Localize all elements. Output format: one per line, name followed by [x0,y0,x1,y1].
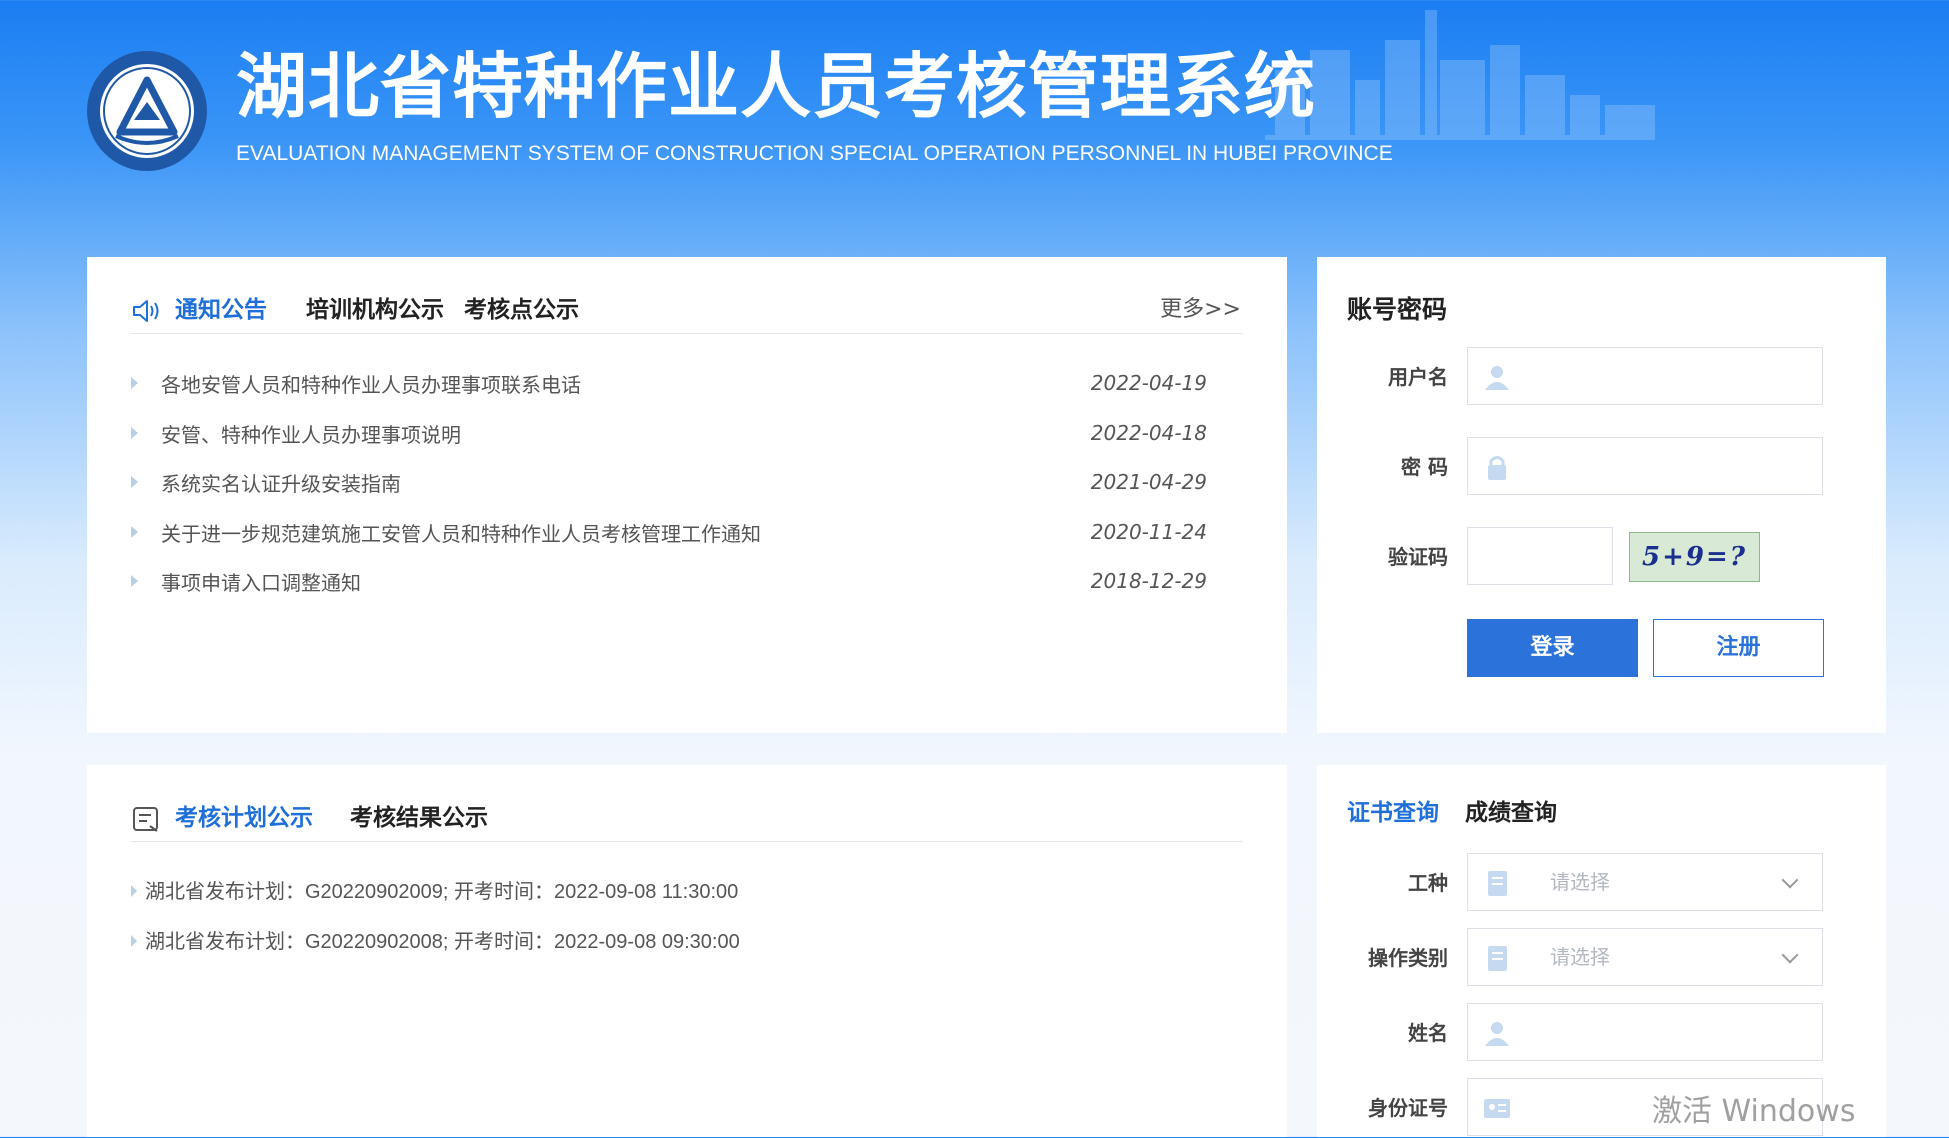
tab-exam-results[interactable]: 考核结果公示 [350,795,488,841]
user-icon [1485,1022,1509,1046]
plan-tabbar: 考核计划公示 考核结果公示 [131,795,1243,842]
book-icon [1488,946,1507,971]
more-link[interactable]: 更多>> [1160,287,1241,333]
logo-emblem [87,51,207,171]
list-item[interactable]: 事项申请入口调整通知 2018-12-29 [131,563,1237,613]
tab-exam-sites[interactable]: 考核点公示 [464,287,579,333]
tab-training-institutions[interactable]: 培训机构公示 [306,287,444,333]
news-title[interactable]: 事项申请入口调整通知 [161,563,361,603]
notice-tabbar: 通知公告 培训机构公示 考核点公示 更多>> [131,287,1243,334]
login-title: 账号密码 [1347,295,1448,324]
speaker-icon [133,300,159,322]
password-field[interactable] [1467,437,1823,496]
plan-text[interactable]: 湖北省发布计划：G20220902008; 开考时间：2022-09-08 09… [145,923,740,961]
login-button[interactable]: 登录 [1467,619,1638,677]
city-skyline-decoration [1265,10,1655,140]
username-label: 用户名 [1388,365,1448,389]
tab-score-query[interactable]: 成绩查询 [1465,790,1557,836]
news-date: 2021-04-29 [1090,470,1207,494]
name-label: 姓名 [1408,1021,1448,1045]
triangle-bullet-icon [131,935,137,947]
news-date: 2020-11-24 [1090,519,1207,544]
username-input[interactable] [1526,348,1810,406]
chevron-down-icon [1781,871,1799,889]
register-button[interactable]: 注册 [1653,619,1824,677]
news-date: 2018-12-29 [1090,569,1207,593]
triangle-bullet-icon [131,885,137,897]
operation-placeholder: 请选择 [1550,945,1610,969]
news-title[interactable]: 各地安管人员和特种作业人员办理事项联系电话 [161,365,581,405]
list-item[interactable]: 湖北省发布计划：G20220902008; 开考时间：2022-09-08 09… [131,923,1237,973]
news-date: 2022-04-19 [1090,371,1207,395]
tab-exam-plan[interactable]: 考核计划公示 [175,795,313,841]
lock-icon [1488,456,1506,480]
triangle-bullet-icon [131,575,138,587]
plan-list: 湖北省发布计划：G20220902009; 开考时间：2022-09-08 11… [131,873,1237,973]
captcha-input[interactable] [1467,527,1613,585]
news-date: 2022-04-18 [1090,420,1207,445]
triangle-bullet-icon [131,426,138,439]
tab-certificate-query[interactable]: 证书查询 [1347,790,1439,836]
captcha-image[interactable]: 5+9=? [1629,532,1760,582]
chevron-down-icon [1781,946,1799,964]
list-item[interactable]: 各地安管人员和特种作业人员办理事项联系电话 2022-04-19 [131,365,1237,415]
username-field[interactable] [1467,347,1823,406]
work-type-placeholder: 请选择 [1550,870,1610,894]
news-title[interactable]: 系统实名认证升级安装指南 [161,464,401,504]
document-icon [133,807,158,832]
work-type-label: 工种 [1408,871,1448,895]
list-item[interactable]: 湖北省发布计划：G20220902009; 开考时间：2022-09-08 11… [131,873,1237,923]
notice-panel: 通知公告 培训机构公示 考核点公示 更多>> 各地安管人员和特种作业人员办理事项… [87,257,1287,733]
system-subtitle: EVALUATION MANAGEMENT SYSTEM OF CONSTRUC… [236,142,1393,165]
id-card-icon [1484,1099,1510,1118]
news-list: 各地安管人员和特种作业人员办理事项联系电话 2022-04-19 安管、特种作业… [131,365,1237,613]
login-panel: 账号密码 用户名 密 码 验证码 5+9=? 登录 注册 [1317,257,1886,733]
list-item[interactable]: 安管、特种作业人员办理事项说明 2022-04-18 [131,415,1237,465]
name-field[interactable] [1467,1003,1823,1062]
name-input[interactable] [1526,1004,1810,1062]
plan-text[interactable]: 湖北省发布计划：G20220902009; 开考时间：2022-09-08 11… [145,873,738,911]
triangle-bullet-icon [131,476,138,488]
password-label: 密 码 [1401,455,1448,479]
id-label: 身份证号 [1368,1096,1448,1120]
tab-notice[interactable]: 通知公告 [175,287,267,333]
news-title[interactable]: 关于进一步规范建筑施工安管人员和特种作业人员考核管理工作通知 [161,514,761,554]
query-panel: 证书查询 成绩查询 工种 请选择 操作类别 请选择 姓名 身份证号 [1317,765,1886,1137]
triangle-bullet-icon [131,377,138,389]
list-item[interactable]: 系统实名认证升级安装指南 2021-04-29 [131,464,1237,514]
operation-label: 操作类别 [1368,946,1448,970]
operation-select[interactable]: 请选择 [1467,928,1823,986]
exam-plan-panel: 考核计划公示 考核结果公示 湖北省发布计划：G20220902009; 开考时间… [87,765,1287,1137]
triangle-bullet-icon [131,525,138,538]
windows-activation-watermark: 激活 Windows [1652,1094,1856,1129]
book-icon [1488,871,1507,896]
list-item[interactable]: 关于进一步规范建筑施工安管人员和特种作业人员考核管理工作通知 2020-11-2… [131,514,1237,564]
header: 湖北省特种作业人员考核管理系统 EVALUATION MANAGEMENT SY… [0,0,1949,230]
password-input[interactable] [1526,438,1810,496]
system-title: 湖北省特种作业人员考核管理系统 [236,45,1317,128]
work-type-select[interactable]: 请选择 [1467,853,1823,911]
user-icon [1485,366,1509,390]
captcha-label: 验证码 [1388,545,1448,569]
news-title[interactable]: 安管、特种作业人员办理事项说明 [161,415,461,455]
